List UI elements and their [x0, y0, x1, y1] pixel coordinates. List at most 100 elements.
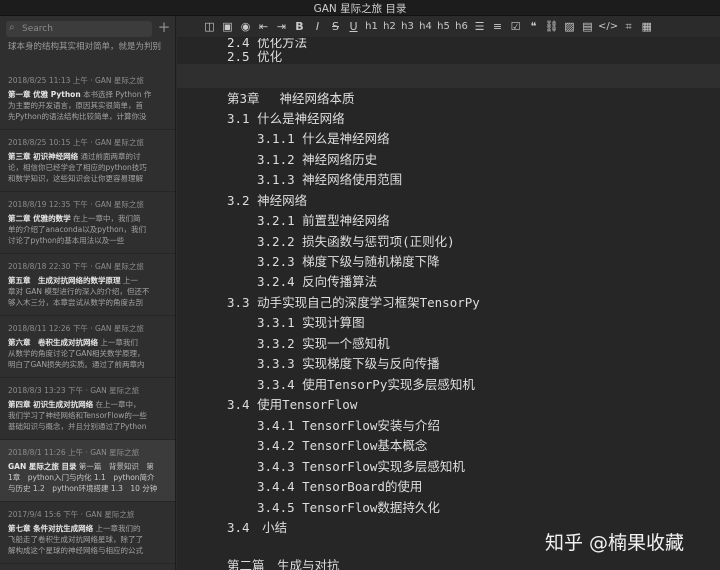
note-title: 第二章 优雅的数学: [8, 214, 71, 223]
note-title-line: 第三章 初识神经网络 通过前面两章的讨: [8, 151, 170, 162]
document-line[interactable]: 3.4.4 TensorBoard的使用: [257, 476, 422, 495]
document-line[interactable]: 3.3.1 实现计算图: [257, 312, 365, 331]
code-button[interactable]: </>: [597, 18, 619, 36]
note-title: 第三章 初识神经网络: [8, 152, 79, 161]
document-line[interactable]: 3.4.1 TensorFlow安装与介绍: [257, 415, 440, 434]
h3-button[interactable]: h3: [399, 18, 416, 36]
note-snippet-partial[interactable]: 球本身的结构其实相对简单，就是为判别: [8, 40, 174, 52]
note-excerpt: 在上一章中，我们简: [73, 214, 141, 223]
bold-button[interactable]: B: [291, 18, 308, 36]
table-button[interactable]: ▦: [638, 18, 655, 36]
image-button[interactable]: ▨: [561, 18, 578, 36]
note-excerpt-line: 我们学习了神经网络和TensorFlow的一些: [8, 411, 147, 420]
note-title-line: 第四章 初识生成对抗网络 在上一章中，: [8, 399, 170, 410]
note-excerpt-line: 单的介绍了anaconda以及python，我们: [8, 225, 147, 234]
note-meta: 2018/8/25 11:13 上午 · GAN 星际之旅: [8, 76, 144, 85]
note-excerpt-line: 为主要的开发语言，原因其实很简单，首: [8, 101, 143, 110]
document-line[interactable]: 3.1.1 什么是神经网络: [257, 128, 390, 147]
document-line[interactable]: 3.4.3 TensorFlow实现多层感知机: [257, 456, 465, 475]
document-line[interactable]: 3.3 动手实现自己的深度学习框架TensorPy: [227, 292, 480, 311]
outdent-button[interactable]: ⇤: [255, 18, 272, 36]
document-line[interactable]: 3.1 什么是神经网络: [227, 108, 345, 127]
search-icon: ⌕: [9, 22, 15, 33]
link-button[interactable]: ⛓: [543, 18, 560, 36]
note-list-item[interactable]: 2018/8/1 11:26 上午 · GAN 星际之旅 GAN 星际之旅 目录 …: [0, 440, 175, 502]
bulleted-list-button[interactable]: ☰: [471, 18, 488, 36]
note-list-item[interactable]: 2018/8/25 10:15 上午 · GAN 星际之旅第三章 初识神经网络 …: [0, 130, 175, 192]
document-line[interactable]: 3.2.4 反向传播算法: [257, 271, 377, 290]
note-title-line: GAN 星际之旅 目录 第一篇 背景知识 第: [8, 461, 170, 472]
note-excerpt-line: 和数学知识，这些知识会让你更容易理解: [8, 174, 143, 183]
document-line[interactable]: 3.2.1 前置型神经网络: [257, 210, 390, 229]
document-line[interactable]: 3.4.2 TensorFlow基本概念: [257, 435, 427, 454]
note-title-line: 第七章 条件对抗生成网络 上一章我们的: [8, 523, 170, 534]
note-list-item[interactable]: 2018/8/19 12:35 下午 · GAN 星际之旅 第二章 优雅的数学 在…: [0, 192, 175, 254]
italic-button[interactable]: I: [309, 18, 326, 36]
document-line[interactable]: 3.3.3 实现梯度下级与反向传播: [257, 353, 440, 372]
note-meta: 2018/8/11 12:26 下午 · GAN 星际之旅: [8, 324, 144, 333]
note-list-item[interactable]: 2018/8/11 12:26 下午 · GAN 星际之旅第六章 卷积生成对抗网…: [0, 316, 175, 378]
document-line[interactable]: 第二篇 生成与对抗: [227, 555, 340, 570]
strikethrough-button[interactable]: S: [327, 18, 344, 36]
note-meta: 2018/8/25 10:15 上午 · GAN 星际之旅: [8, 138, 144, 147]
note-excerpt-line: 从数学的角度讨论了GAN相关数学原理，: [8, 349, 145, 358]
note-list-item[interactable]: 2018/8/25 11:13 上午 · GAN 星际之旅 第一章 优雅 Pyth…: [0, 68, 175, 130]
note-title: 第七章 条件对抗生成网络: [8, 524, 94, 533]
h5-button[interactable]: h5: [435, 18, 452, 36]
indent-button[interactable]: ⇥: [273, 18, 290, 36]
editor-pane[interactable]: 2.4 优化方法 2.5 优化 第3章 神经网络本质 3.1 什么是神经网络 3.1.1…: [177, 38, 720, 570]
note-excerpt-line: 章对 GAN 模型进行的深入的介绍，但还不: [8, 287, 150, 296]
note-list-item[interactable]: 2017/9/4 15:6 下午 · GAN 星际之旅第七章 条件对抗生成网络 …: [0, 502, 175, 564]
underline-button[interactable]: U: [345, 18, 362, 36]
search-box[interactable]: ⌕: [6, 21, 152, 37]
document-line[interactable]: 3.1.3 神经网络使用范围: [257, 169, 402, 188]
note-excerpt: 上一章我们: [100, 338, 138, 347]
document-line[interactable]: 3.4.5 TensorFlow数据持久化: [257, 497, 440, 516]
note-title-line: 第二章 优雅的数学 在上一章中，我们简: [8, 213, 170, 224]
note-excerpt-line: 基础知识与概念，并且分别通过了Python: [8, 422, 147, 431]
attachment-button[interactable]: ▤: [579, 18, 596, 36]
h6-button[interactable]: h6: [453, 18, 470, 36]
preview-button[interactable]: ◉: [237, 18, 254, 36]
h1-button[interactable]: h1: [363, 18, 380, 36]
note-excerpt-line: 够入木三分，本章尝试从数学的角度去剖: [8, 298, 143, 307]
add-note-button[interactable]: +: [157, 19, 171, 35]
note-title-line: 第五章 生成对抗网络的数学原理 上一: [8, 275, 170, 286]
document-line[interactable]: 第3章 神经网络本质: [227, 88, 355, 107]
document-line[interactable]: 3.2 神经网络: [227, 190, 307, 209]
document-line[interactable]: 3.3.2 实现一个感知机: [257, 333, 390, 352]
document-line[interactable]: 3.4 使用TensorFlow: [227, 394, 357, 413]
numbered-list-button[interactable]: ≡: [489, 18, 506, 36]
h4-button[interactable]: h4: [417, 18, 434, 36]
document-line[interactable]: 3.2.3 梯度下级与随机梯度下降: [257, 251, 440, 270]
document-line[interactable]: 3.1.2 神经网络历史: [257, 149, 377, 168]
toggle-sidebar-button[interactable]: ◫: [201, 18, 218, 36]
note-meta: 2017/9/4 15:6 下午 · GAN 星际之旅: [8, 510, 135, 519]
note-excerpt: 第一篇 背景知识 第: [78, 462, 154, 471]
h2-button[interactable]: h2: [381, 18, 398, 36]
window-title: GAN 星际之旅 目录: [313, 3, 407, 15]
note-excerpt: 上一: [122, 276, 138, 285]
note-title: 第一章 优雅 Python: [8, 90, 81, 99]
notes-sidebar: ⌕ + 球本身的结构其实相对简单，就是为判别 2018/8/25 11:13 上…: [0, 16, 176, 570]
document-line[interactable]: 3.2.2 损失函数与惩罚项(正则化): [257, 231, 455, 250]
note-excerpt-line: 与历史 1.2 python环境搭建 1.3 10 分钟: [8, 484, 158, 493]
checklist-button[interactable]: ☑: [507, 18, 524, 36]
blockquote-button[interactable]: ❝: [525, 18, 542, 36]
toggle-toolbar-button[interactable]: ▣: [219, 18, 236, 36]
document-line[interactable]: 3.4 小结: [227, 517, 287, 536]
note-meta: 2018/8/3 13:23 下午 · GAN 星际之旅: [8, 386, 140, 395]
note-list-item[interactable]: 2018/8/18 22:30 下午 · GAN 星际之旅 第五章 生成对抗网络的…: [0, 254, 175, 316]
code-block-button[interactable]: ⌗: [620, 18, 637, 36]
note-excerpt: 上一章我们的: [95, 524, 141, 533]
note-title-line: 第六章 卷积生成对抗网络 上一章我们: [8, 337, 170, 348]
note-excerpt: 在上一章中，: [95, 400, 141, 409]
note-list-item[interactable]: 2018/8/3 13:23 下午 · GAN 星际之旅第四章 初识生成对抗网络…: [0, 378, 175, 440]
note-excerpt-line: 解构成这个星球的神经网络与相应的公式: [8, 546, 143, 555]
document-line[interactable]: 3.3.4 使用TensorPy实现多层感知机: [257, 374, 475, 393]
note-excerpt: 本书选择 Python 作: [83, 90, 152, 99]
search-input[interactable]: [22, 22, 148, 36]
current-line-highlight: [177, 64, 720, 88]
document-line[interactable]: 2.5 优化: [227, 46, 282, 65]
note-excerpt-line: 讨论了python的基本用法以及一些: [8, 236, 125, 245]
